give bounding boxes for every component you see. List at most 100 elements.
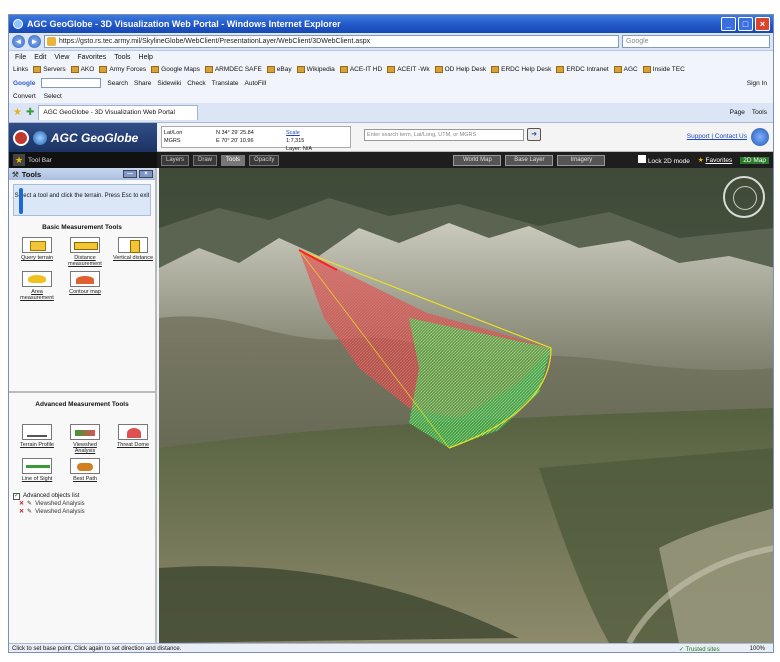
- browser-search-input[interactable]: Google: [622, 35, 770, 48]
- link-erdc-help-desk[interactable]: ERDC Help Desk: [491, 66, 551, 73]
- google-share-button[interactable]: Share: [134, 80, 151, 87]
- google-translate-button[interactable]: Translate: [212, 80, 239, 87]
- convert-button[interactable]: Convert: [13, 93, 36, 100]
- link-ebay[interactable]: eBay: [266, 66, 292, 73]
- link-label: ACEIT -Wk: [397, 66, 430, 73]
- world-map-button[interactable]: World Map: [453, 154, 502, 166]
- contour-icon: [70, 271, 100, 287]
- link-od-help-desk[interactable]: OD Help Desk: [434, 66, 486, 73]
- link-label: ACE-IT HD: [349, 66, 383, 73]
- tool-query-terrain[interactable]: Query terrain: [15, 237, 59, 267]
- imagery-button[interactable]: Imagery: [557, 154, 606, 166]
- tools-panel: ⚒ Tools — × Select a tool and click the …: [9, 168, 157, 643]
- tool-hint-box: Select a tool and click the terrain. Pre…: [13, 184, 151, 216]
- map-toolbar: ★ Tool Bar Layers Draw Tools Opacity World M…: [9, 152, 773, 168]
- favorites-label: Favorites: [705, 157, 733, 164]
- object-list-item[interactable]: ✕ ✎ Viewshed Analysis: [13, 508, 155, 516]
- link-servers[interactable]: Servers: [33, 66, 66, 73]
- lock-2d-checkbox[interactable]: Lock 2D mode: [637, 155, 690, 165]
- forward-icon[interactable]: ►: [28, 35, 41, 48]
- agc-logo: AGC GeoGlobe: [9, 123, 157, 152]
- link-google-maps[interactable]: Google Maps: [151, 66, 200, 73]
- link-icon: [204, 66, 213, 73]
- command-page[interactable]: Page: [730, 109, 745, 116]
- object-list-item[interactable]: ✕ ✎ Viewshed Analysis: [13, 500, 155, 508]
- google-search-button[interactable]: Search: [107, 80, 128, 87]
- vertical-distance-icon: [118, 237, 148, 253]
- link-erdc-intranet[interactable]: ERDC Intranet: [556, 66, 609, 73]
- tool-viewshed-analysis[interactable]: Viewshed Analysis: [63, 424, 107, 454]
- location-search-input[interactable]: Enter search term, Lat/Long, UTM, or MGR…: [364, 129, 524, 141]
- link-ako[interactable]: AKO: [70, 66, 95, 73]
- tool-vertical-distance[interactable]: Vertical distance: [111, 237, 155, 267]
- tab-tools[interactable]: Tools: [221, 154, 246, 166]
- help-globe-icon[interactable]: [751, 128, 769, 146]
- basic-tools-title: Basic Measurement Tools: [42, 224, 122, 231]
- tool-terrain-profile[interactable]: Terrain Profile: [15, 424, 59, 454]
- google-sidewiki-button[interactable]: Sidewiki: [157, 80, 181, 87]
- menu-edit[interactable]: Edit: [34, 54, 46, 61]
- tool-label: Vertical distance: [112, 255, 154, 261]
- panel-minimize-button[interactable]: —: [123, 170, 137, 178]
- maximize-button[interactable]: □: [738, 17, 753, 31]
- minimize-button[interactable]: _: [721, 17, 736, 31]
- google-autofill-button[interactable]: AutoFill: [245, 80, 267, 87]
- url-field[interactable]: https://gsto.rs.tec.army.mil/SkylineGlob…: [44, 35, 619, 48]
- google-check-button[interactable]: Check: [187, 80, 205, 87]
- menu-view[interactable]: View: [54, 54, 69, 61]
- google-sign-in-link[interactable]: Sign In: [747, 80, 773, 87]
- objects-checkbox[interactable]: ✓: [13, 492, 20, 500]
- tool-label: Area measurement: [20, 289, 54, 301]
- tab-draw[interactable]: Draw: [193, 154, 218, 166]
- close-button[interactable]: ×: [755, 17, 770, 31]
- back-icon[interactable]: ◄: [12, 35, 25, 48]
- delete-icon[interactable]: ✕: [19, 500, 24, 508]
- search-go-button[interactable]: ➜: [527, 128, 541, 141]
- browser-tab[interactable]: AGC GeoGlobe - 3D Visualization Web Port…: [38, 105, 199, 120]
- tool-best-path[interactable]: Best Path: [63, 458, 107, 482]
- tool-contour-map[interactable]: Contour map: [63, 271, 107, 301]
- tab-opacity[interactable]: Opacity: [249, 154, 280, 166]
- google-search-input[interactable]: [41, 78, 102, 88]
- menu-favorites[interactable]: Favorites: [77, 54, 106, 61]
- delete-icon[interactable]: ✕: [19, 508, 24, 516]
- tool-threat-dome[interactable]: Threat Dome: [111, 424, 155, 454]
- favorites-button[interactable]: ★ Favorites: [698, 156, 732, 164]
- command-tools[interactable]: Tools: [752, 109, 767, 116]
- favorites-star-icon[interactable]: ★: [13, 107, 22, 118]
- link-ace-it-hd[interactable]: ACE-IT HD: [339, 66, 383, 73]
- menu-help[interactable]: Help: [139, 54, 153, 61]
- select-button[interactable]: Select: [44, 93, 62, 100]
- link-aceit-wk[interactable]: ACEIT -Wk: [387, 66, 430, 73]
- advanced-tools-title: Advanced Measurement Tools: [35, 401, 129, 408]
- base-layer-button[interactable]: Base Layer: [505, 154, 554, 166]
- tab-layers[interactable]: Layers: [161, 154, 190, 166]
- tool-area-measurement[interactable]: Area measurement: [15, 271, 59, 301]
- link-inside-tec[interactable]: Inside TEC: [642, 66, 685, 73]
- zoom-level[interactable]: 100%: [750, 646, 765, 653]
- panel-close-button[interactable]: ×: [139, 170, 153, 178]
- add-favorites-icon[interactable]: ✚: [26, 107, 34, 118]
- link-army-forces[interactable]: Army Forces: [99, 66, 146, 73]
- support-contact-links[interactable]: Support | Contact Us: [687, 133, 747, 140]
- 3d-terrain-view[interactable]: [159, 168, 773, 643]
- compass-control[interactable]: [723, 176, 765, 218]
- link-wikipedia[interactable]: Wikipedia: [296, 66, 335, 73]
- tool-distance-measurement[interactable]: Distance measurement: [63, 237, 107, 267]
- query-terrain-icon: [22, 237, 52, 253]
- link-armdec-safe[interactable]: ARMDEC SAFE: [204, 66, 262, 73]
- link-icon: [70, 66, 79, 73]
- 2d-map-button[interactable]: 2D Map: [740, 156, 769, 164]
- menu-tools[interactable]: Tools: [114, 54, 130, 61]
- objects-list-header[interactable]: ✓ Advanced objects list: [13, 492, 155, 500]
- edit-icon[interactable]: ✎: [27, 500, 32, 508]
- tool-line-of-sight[interactable]: Line of Sight: [15, 458, 59, 482]
- edit-icon[interactable]: ✎: [27, 508, 32, 516]
- link-agc[interactable]: AGC: [613, 66, 638, 73]
- globe-icon: [33, 130, 47, 145]
- link-label: AKO: [80, 66, 95, 73]
- link-label: Wikipedia: [306, 66, 335, 73]
- menu-file[interactable]: File: [15, 54, 26, 61]
- link-icon: [642, 66, 651, 73]
- scale-label[interactable]: Scale: [286, 129, 346, 137]
